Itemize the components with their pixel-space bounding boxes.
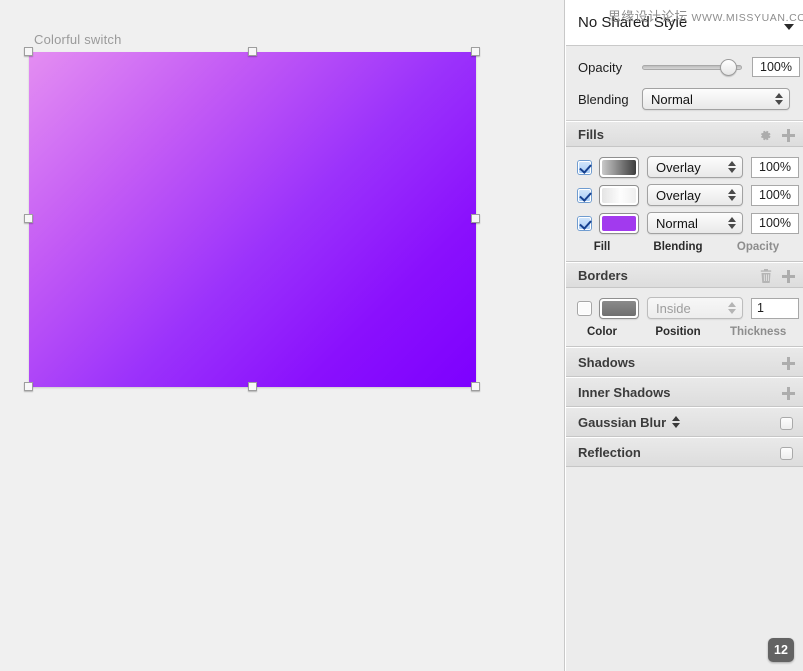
shadows-title: Shadows: [578, 354, 636, 370]
shared-style-label: No Shared Style: [578, 14, 688, 31]
gaussian-blur-title: Gaussian Blur: [578, 414, 667, 430]
resize-handle-top-right[interactable]: [471, 47, 480, 56]
resize-handle-top-left[interactable]: [24, 47, 33, 56]
borders-section-header[interactable]: Borders: [566, 262, 803, 288]
border-enabled-checkbox[interactable]: [578, 301, 591, 315]
plus-icon[interactable]: [782, 128, 795, 142]
resize-handle-bottom-right[interactable]: [471, 382, 480, 391]
fill-row: Overlay 100%: [566, 181, 803, 209]
stepper-icon[interactable]: [728, 217, 736, 229]
fill-blending-value: Overlay: [656, 187, 701, 203]
inspector-panel: No Shared Style Opacity 100% Blending No…: [566, 0, 803, 671]
gaussian-blur-section-header[interactable]: Gaussian Blur: [566, 407, 803, 437]
fill-blending-value: Normal: [656, 215, 698, 231]
borders-title: Borders: [578, 267, 628, 283]
opacity-input[interactable]: 100%: [752, 57, 800, 77]
resize-handle-bottom-left[interactable]: [24, 382, 33, 391]
fill-enabled-checkbox[interactable]: [578, 216, 591, 230]
plus-icon[interactable]: [782, 356, 795, 370]
zoom-level-badge[interactable]: 12: [768, 638, 794, 662]
shared-style-bar[interactable]: No Shared Style: [566, 0, 803, 46]
plus-icon[interactable]: [782, 386, 795, 400]
fills-column-fill: Fill: [593, 241, 611, 253]
fills-header-actions: [759, 122, 795, 148]
reflection-title: Reflection: [578, 444, 641, 460]
app-window: Colorful switch No Shared Style Opacity: [0, 0, 803, 671]
fill-color-swatch[interactable]: [599, 212, 639, 234]
opacity-row: Opacity 100%: [566, 54, 803, 80]
inner-shadows-section-header[interactable]: Inner Shadows: [566, 377, 803, 407]
fill-blending-select[interactable]: Overlay: [647, 184, 743, 206]
stepper-icon[interactable]: [728, 189, 736, 201]
fill-row: Overlay 100%: [566, 153, 803, 181]
fill-color-swatch[interactable]: [599, 184, 639, 206]
blending-label: Blending: [578, 91, 629, 107]
resize-handle-bottom-center[interactable]: [248, 382, 257, 391]
fill-opacity-input[interactable]: 100%: [751, 156, 799, 178]
trash-icon[interactable]: [760, 269, 772, 283]
reflection-checkbox[interactable]: [780, 446, 793, 460]
blending-select-value: Normal: [651, 91, 693, 107]
border-thickness-input[interactable]: 1: [751, 297, 799, 319]
fills-title: Fills: [578, 126, 605, 142]
fills-column-opacity: Opacity: [736, 241, 780, 253]
blending-select[interactable]: Normal: [642, 88, 790, 110]
stepper-icon[interactable]: [775, 93, 783, 105]
opacity-slider-knob[interactable]: [720, 59, 737, 76]
fill-color-swatch[interactable]: [599, 156, 639, 178]
stepper-icon[interactable]: [728, 161, 736, 173]
blending-row: Blending Normal: [566, 86, 803, 112]
fill-blending-select[interactable]: Overlay: [647, 156, 743, 178]
fill-blending-value: Overlay: [656, 159, 701, 175]
fills-section-header[interactable]: Fills: [566, 121, 803, 147]
opacity-label: Opacity: [578, 59, 623, 75]
fill-enabled-checkbox[interactable]: [578, 160, 591, 174]
fills-column-legend: Fill Blending Opacity: [566, 237, 803, 257]
gaussian-blur-checkbox[interactable]: [780, 416, 793, 430]
fill-row: Normal 100%: [566, 209, 803, 237]
inner-shadows-header-actions: [782, 378, 795, 408]
gear-icon[interactable]: [759, 129, 772, 142]
border-color-swatch[interactable]: [599, 297, 639, 319]
chevron-down-icon[interactable]: [784, 24, 794, 30]
stepper-icon[interactable]: [728, 302, 736, 314]
plus-icon[interactable]: [782, 269, 795, 283]
resize-handle-top-center[interactable]: [248, 47, 257, 56]
inner-shadows-title: Inner Shadows: [578, 384, 671, 400]
layer-name-label: Colorful switch: [34, 32, 122, 47]
borders-column-color: Color: [586, 326, 618, 338]
selected-shape-rectangle[interactable]: [29, 52, 476, 387]
fill-opacity-input[interactable]: 100%: [751, 212, 799, 234]
borders-header-actions: [760, 263, 795, 289]
border-position-select[interactable]: Inside: [647, 297, 743, 319]
shadows-header-actions: [782, 348, 795, 378]
fills-column-blending: Blending: [653, 241, 703, 253]
borders-column-position: Position: [655, 326, 701, 338]
border-position-value: Inside: [656, 300, 691, 316]
borders-column-legend: Color Position Thickness: [566, 322, 803, 342]
fill-blending-select[interactable]: Normal: [647, 212, 743, 234]
fill-enabled-checkbox[interactable]: [578, 188, 591, 202]
resize-handle-middle-left[interactable]: [24, 214, 33, 223]
fill-opacity-input[interactable]: 100%: [751, 184, 799, 206]
resize-handle-middle-right[interactable]: [471, 214, 480, 223]
appearance-controls: Opacity 100% Blending Normal: [566, 46, 803, 121]
reflection-actions: [780, 438, 793, 468]
design-canvas[interactable]: Colorful switch: [0, 0, 565, 671]
gaussian-blur-actions: [780, 408, 793, 438]
borders-column-thickness: Thickness: [730, 326, 787, 338]
shadows-section-header[interactable]: Shadows: [566, 347, 803, 377]
reflection-section-header[interactable]: Reflection: [566, 437, 803, 467]
borders-list: Inside 1 Color Position Thickness: [566, 288, 803, 347]
fills-list: Overlay 100% Overlay 100% Normal 100% Fi…: [566, 147, 803, 262]
stepper-icon[interactable]: [672, 416, 681, 428]
border-row: Inside 1: [566, 294, 803, 322]
opacity-slider[interactable]: [642, 58, 742, 76]
